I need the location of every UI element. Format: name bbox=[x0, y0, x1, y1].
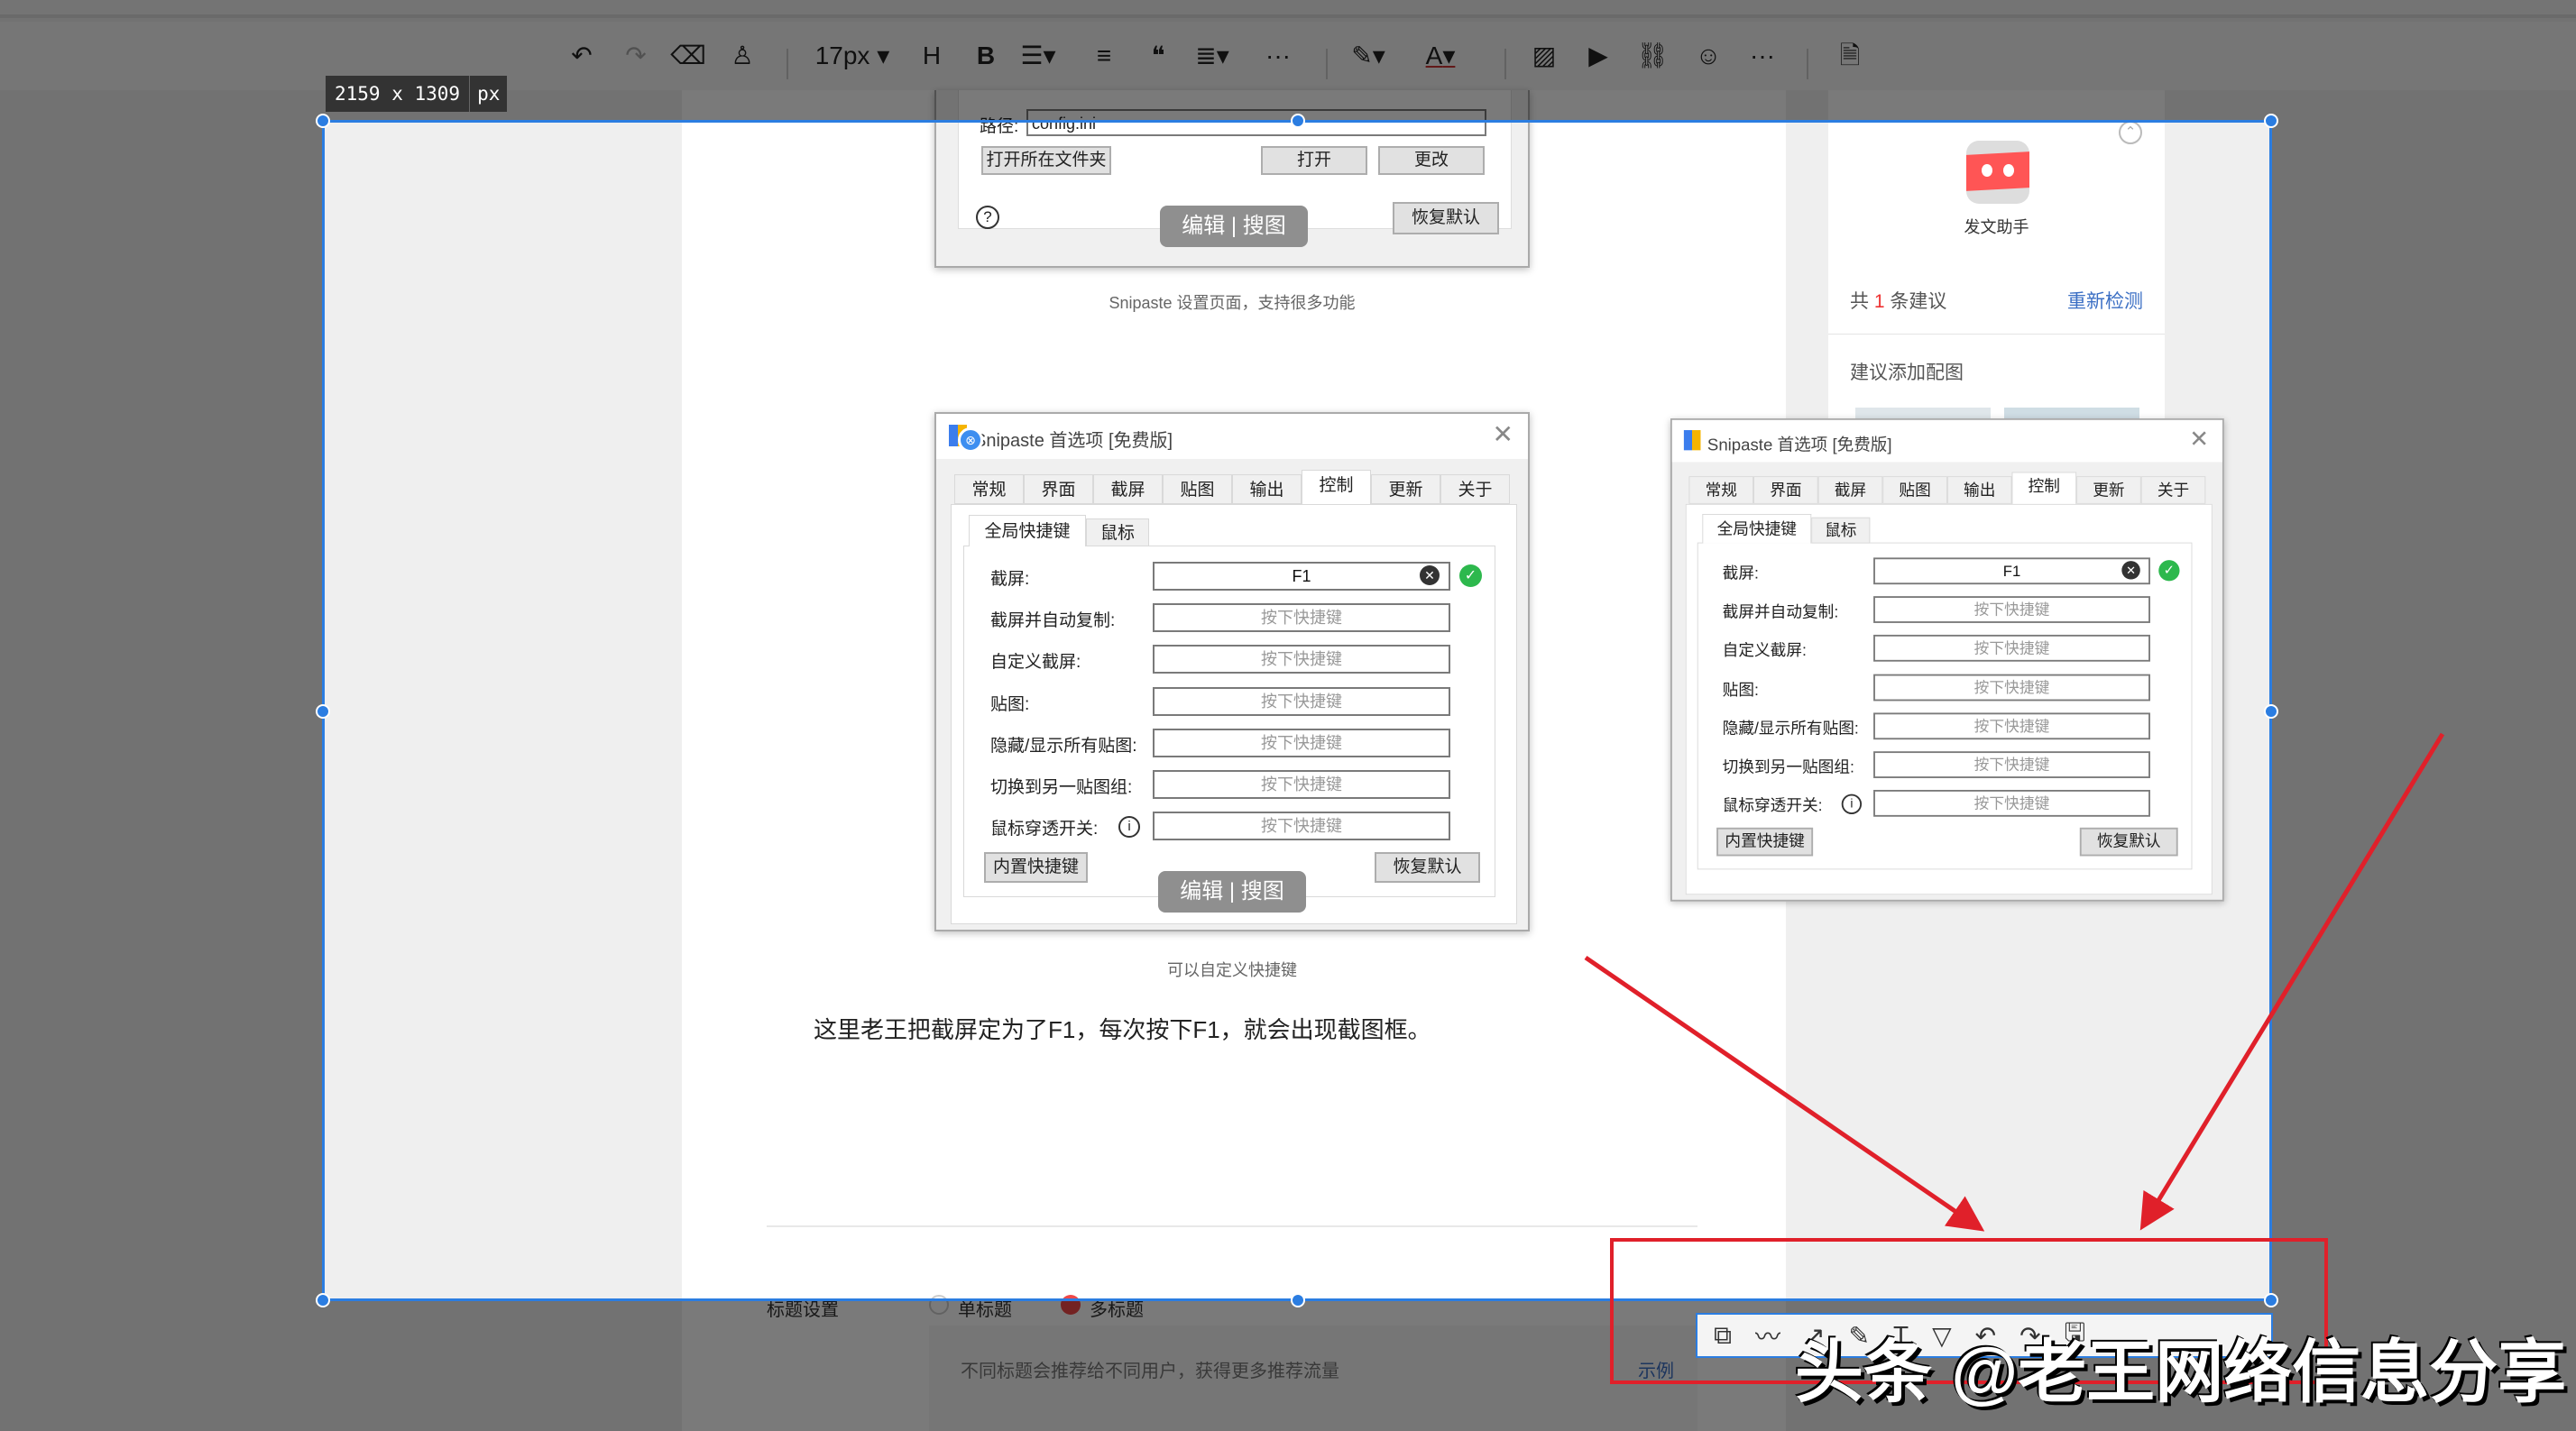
browser-bookmarks-bar bbox=[0, 0, 2576, 18]
highlighter-icon[interactable]: ✎▾ bbox=[1350, 36, 1386, 76]
divider bbox=[1326, 49, 1328, 79]
heading-button[interactable]: H bbox=[914, 36, 950, 76]
ordered-list-icon[interactable]: ≡ bbox=[1086, 36, 1122, 76]
list-icon[interactable]: ☰▾ bbox=[1020, 36, 1056, 76]
size-dimensions: 2159 x 1309 bbox=[326, 76, 470, 112]
undo-icon[interactable]: ↶ bbox=[564, 36, 600, 76]
align-icon[interactable]: ≣▾ bbox=[1194, 36, 1230, 76]
selection-size-label: 2159 x 1309 px bbox=[326, 76, 507, 112]
eraser-icon[interactable]: ⌫ bbox=[670, 36, 706, 76]
resize-handle-n[interactable] bbox=[1291, 114, 1305, 128]
image-icon[interactable]: ▨ bbox=[1526, 36, 1562, 76]
more-button-2[interactable]: ··· bbox=[1744, 36, 1780, 76]
divider bbox=[1504, 49, 1506, 79]
video-icon[interactable]: ▶ bbox=[1580, 36, 1616, 76]
resize-handle-w[interactable] bbox=[316, 704, 330, 719]
watermark: 头条 @老王网络信息分享 bbox=[1795, 1316, 2566, 1416]
font-size-select[interactable]: 17px ▾ bbox=[812, 36, 893, 76]
divider bbox=[787, 49, 788, 79]
screenshot-selection-region[interactable] bbox=[322, 120, 2272, 1301]
title-hint-box: 不同标题会推荐给不同用户，获得更多推荐流量 示例 bbox=[929, 1326, 1697, 1431]
redo-icon[interactable]: ↷ bbox=[618, 36, 654, 76]
title-hint-text: 不同标题会推荐给不同用户，获得更多推荐流量 bbox=[961, 1356, 1339, 1382]
link-icon[interactable]: ⛓ bbox=[1634, 36, 1670, 76]
format-painter-icon[interactable]: ♙ bbox=[724, 36, 760, 76]
resize-handle-nw[interactable] bbox=[316, 114, 330, 128]
document-icon[interactable]: 🗎 bbox=[1832, 36, 1868, 76]
font-color-button[interactable]: A▾ bbox=[1422, 36, 1458, 76]
size-unit: px bbox=[470, 76, 507, 112]
divider bbox=[1807, 49, 1808, 79]
resize-handle-ne[interactable] bbox=[2264, 114, 2278, 128]
more-button[interactable]: ··· bbox=[1260, 36, 1296, 76]
resize-handle-sw[interactable] bbox=[316, 1293, 330, 1307]
bold-button[interactable]: B bbox=[968, 36, 1004, 76]
emoji-icon[interactable]: ☺ bbox=[1690, 36, 1726, 76]
resize-handle-e[interactable] bbox=[2264, 704, 2278, 719]
font-color-glyph: A bbox=[1426, 41, 1443, 69]
quote-icon[interactable]: ❝ bbox=[1140, 36, 1176, 76]
resize-handle-s[interactable] bbox=[1291, 1293, 1305, 1307]
font-size-value: 17px bbox=[815, 41, 870, 69]
